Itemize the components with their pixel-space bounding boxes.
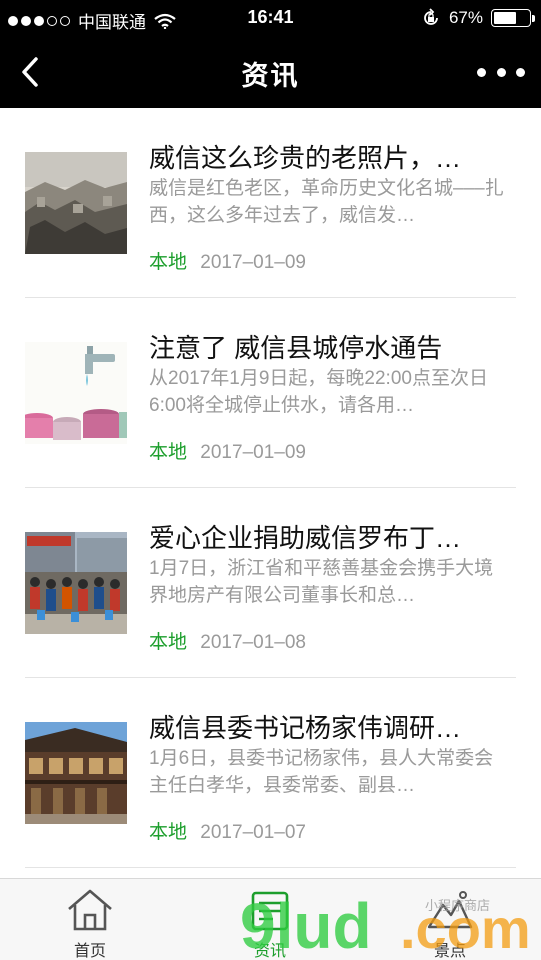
tab-scenic[interactable]: 景点	[360, 879, 540, 960]
article-title: 威信这么珍贵的老照片，…	[149, 143, 462, 173]
battery-fill	[494, 12, 516, 24]
donation-event-thumbnail	[25, 532, 127, 634]
old-photo-thumbnail	[25, 152, 127, 254]
more-dot	[516, 67, 525, 77]
article-date: 2017–01–09	[200, 252, 306, 273]
article-meta: 本地 2017–01–07	[149, 817, 306, 844]
article-meta: 本地 2017–01–09	[149, 247, 306, 274]
article-title: 威信县委书记杨家伟调研…	[149, 713, 462, 743]
article-item[interactable]: 威信这么珍贵的老照片，… 威信是红色老区，革命历史文化名城–––扎西，这么多年过…	[0, 108, 541, 298]
tab-bar: 首页 资讯 景点	[0, 878, 541, 960]
more-dot	[477, 67, 486, 77]
article-tag: 本地	[149, 822, 188, 843]
status-bar: 中国联通 16:41 67%	[0, 0, 541, 36]
page-title: 资讯	[241, 61, 300, 91]
mountain-icon	[427, 891, 473, 929]
article-summary: 1月6日，县委书记杨家伟，县人大常委会主任白孝华，县委常委、副县…	[149, 745, 509, 815]
article-date: 2017–01–08	[200, 632, 306, 653]
article-tag: 本地	[149, 442, 188, 463]
article-date: 2017–01–07	[200, 822, 306, 843]
news-icon	[251, 891, 289, 931]
article-summary: 1月7日，浙江省和平慈善基金会携手大境界地房产有限公司董事长和总…	[149, 555, 509, 625]
article-date: 2017–01–09	[200, 442, 306, 463]
article-tag: 本地	[149, 252, 188, 273]
article-tag: 本地	[149, 632, 188, 653]
water-tap-thumbnail	[25, 342, 127, 444]
article-meta: 本地 2017–01–08	[149, 627, 306, 654]
divider	[25, 867, 516, 868]
article-title: 注意了 威信县城停水通告	[149, 333, 443, 363]
article-item[interactable]: 注意了 威信县城停水通告 从2017年1月9日起，每晚22:00点至次日6:00…	[0, 298, 541, 488]
tab-label: 资讯	[253, 943, 286, 960]
tab-news[interactable]: 资讯	[180, 879, 360, 960]
more-dot	[496, 67, 506, 77]
article-item[interactable]: 爱心企业捐助威信罗布丁… 1月7日，浙江省和平慈善基金会携手大境界地房产有限公司…	[0, 488, 541, 678]
tab-home[interactable]: 首页	[0, 879, 180, 960]
status-right: 67%	[421, 8, 535, 28]
article-meta: 本地 2017–01–09	[149, 437, 306, 464]
article-title: 爱心企业捐助威信罗布丁…	[149, 523, 462, 553]
tab-label: 首页	[73, 943, 106, 960]
orientation-lock-icon	[424, 8, 438, 25]
tab-label: 景点	[433, 943, 466, 960]
home-icon	[68, 889, 112, 931]
battery-percent: 67%	[448, 8, 483, 27]
article-summary: 威信是红色老区，革命历史文化名城–––扎西，这么多年过去了，威信发…	[149, 175, 509, 245]
more-options-button[interactable]	[477, 60, 525, 84]
nav-bar: 资讯	[0, 36, 541, 108]
article-item[interactable]: 威信县委书记杨家伟调研… 1月6日，县委书记杨家伟，县人大常委会主任白孝华，县委…	[0, 678, 541, 868]
battery-icon	[491, 9, 535, 27]
article-summary: 从2017年1月9日起，每晚22:00点至次日6:00将全城停止供水，请各用…	[149, 365, 509, 435]
old-street-thumbnail	[25, 722, 127, 824]
